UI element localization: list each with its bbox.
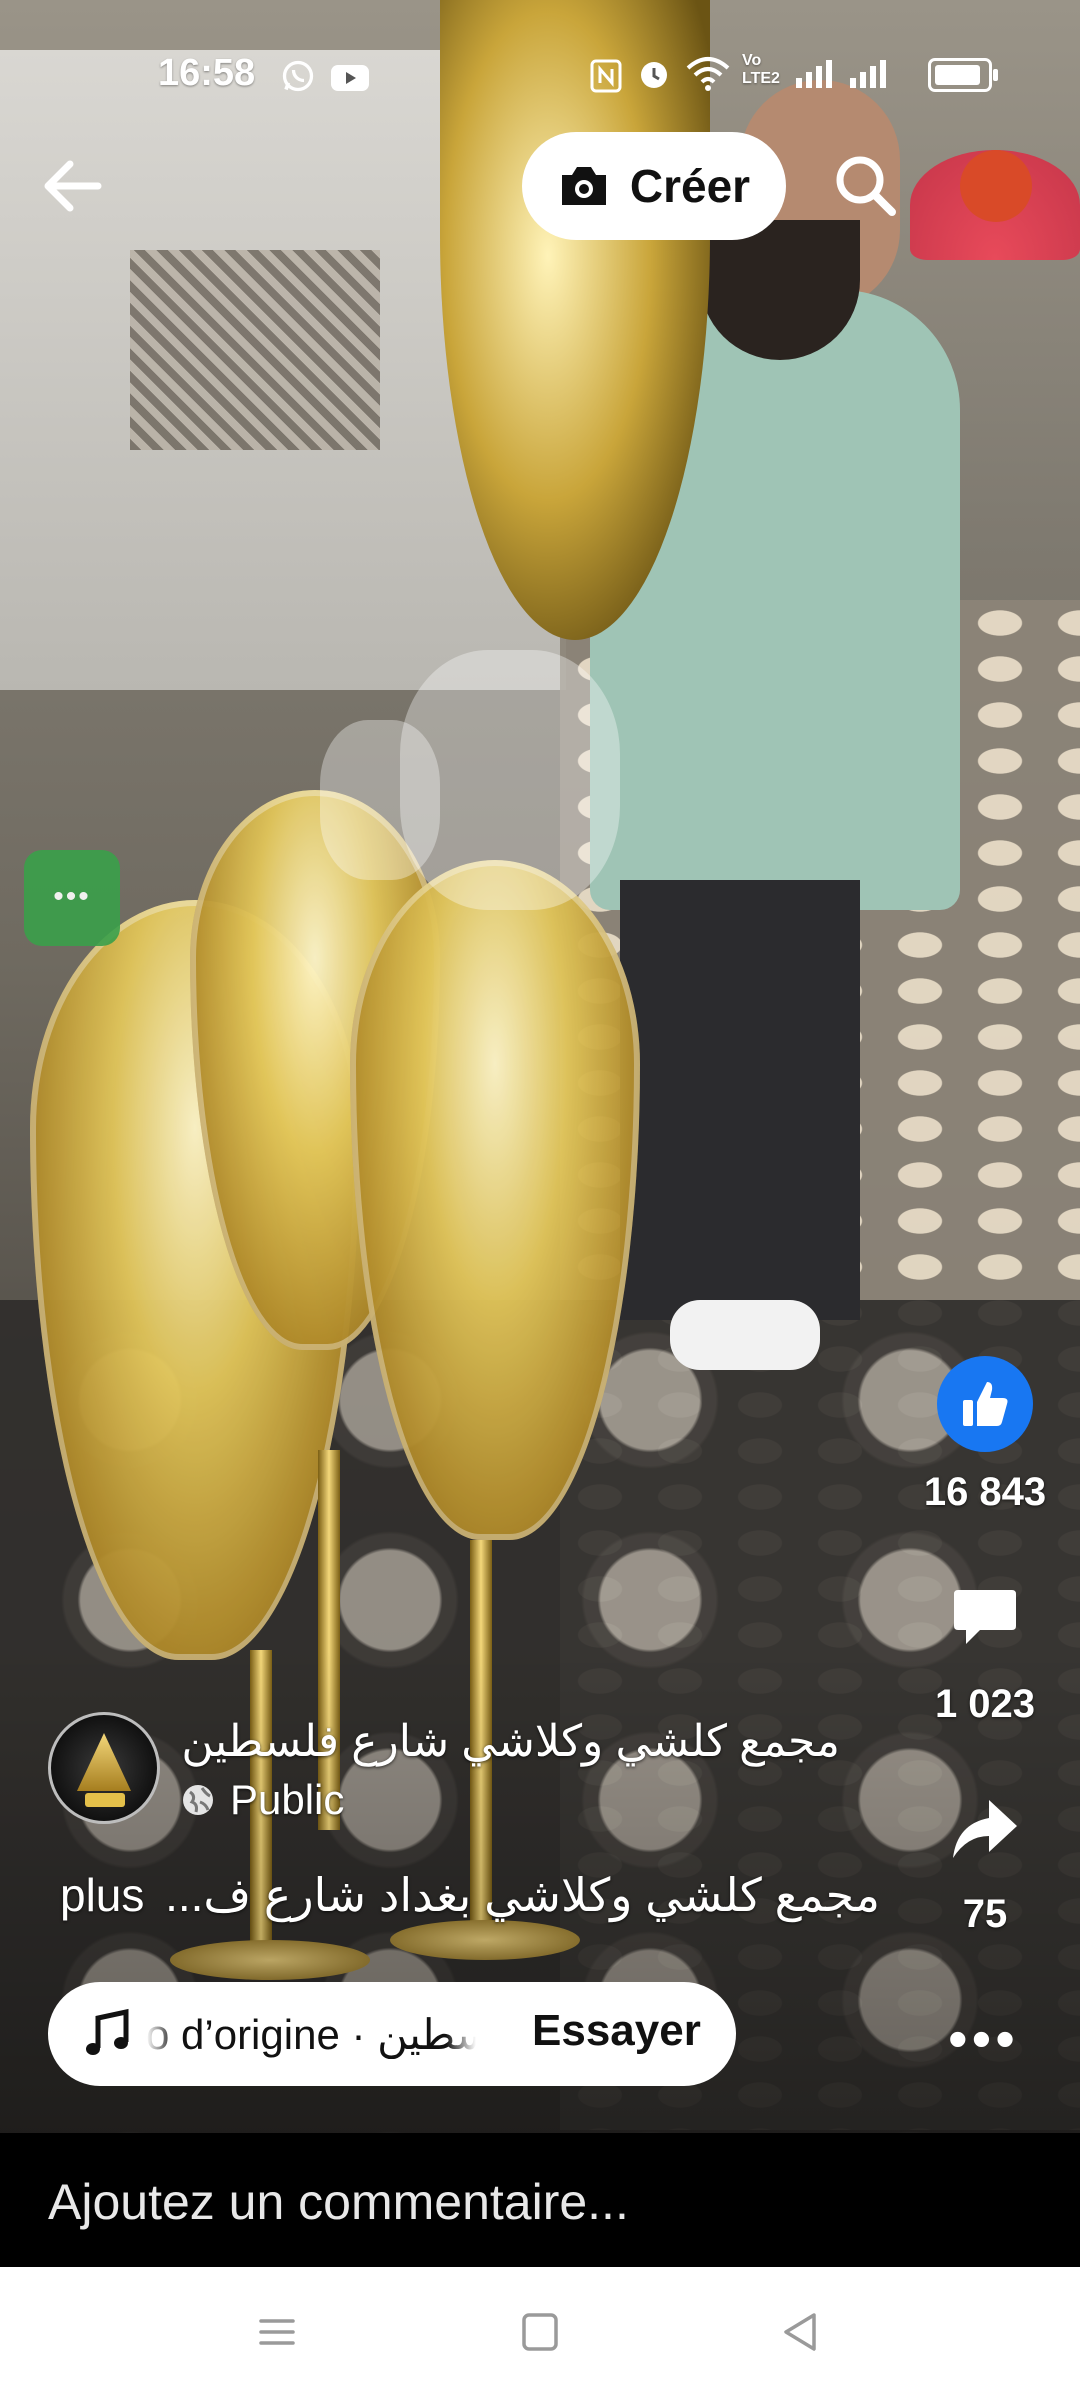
try-audio-button[interactable]: Essayer — [532, 2006, 701, 2056]
youtube-icon — [331, 65, 369, 91]
alarm-icon — [641, 62, 667, 88]
home-square-icon[interactable] — [510, 2307, 570, 2357]
battery-icon — [928, 58, 998, 92]
share-count: 75 — [962, 1892, 1008, 1936]
person-pants-image — [620, 880, 860, 1320]
globe-icon — [183, 1785, 213, 1815]
back-arrow-icon[interactable] — [36, 148, 112, 224]
more-options-button[interactable]: ••• — [948, 2006, 1019, 2071]
like-count: 16 843 — [923, 1470, 1047, 1514]
like-button[interactable] — [937, 1356, 1033, 1452]
thumbs-up-icon — [963, 1382, 1008, 1426]
create-button[interactable]: Créer — [522, 132, 786, 240]
whatsapp-icon — [282, 60, 314, 92]
menu-icon[interactable] — [247, 2307, 307, 2357]
caption-text: مجمع كلشي وكلاشي بغداد شارع ف... — [165, 1869, 880, 1921]
avatar-logo-icon — [77, 1733, 131, 1791]
create-button-label: Créer — [629, 160, 751, 212]
share-button[interactable] — [946, 1790, 1024, 1868]
music-note-icon — [86, 2008, 129, 2055]
share-arrow-icon — [953, 1800, 1017, 1858]
person-shoe-image — [670, 1300, 820, 1370]
audio-track-text: o d’origine · فلسطين — [146, 2011, 476, 2058]
comment-button[interactable] — [946, 1580, 1024, 1658]
audio-pill[interactable]: o d’origine · فلسطين Essayer — [48, 1982, 736, 2086]
camera-icon — [561, 167, 606, 205]
video-frame[interactable]: ••• — [0, 0, 1080, 2133]
volte-label: Vo LTE2 — [742, 52, 780, 87]
plastic-wrap-image — [320, 720, 440, 880]
author-avatar[interactable] — [48, 1712, 160, 1824]
shop-sign-image — [960, 150, 1032, 222]
author-name[interactable]: مجمع كلشي وكلاشي شارع فلسطين — [180, 1716, 840, 1767]
system-navigation-bar — [0, 2267, 1080, 2400]
green-overlay-icon: ••• — [24, 850, 120, 946]
see-more-link[interactable]: plus — [60, 1868, 144, 1922]
nfc-icon — [590, 59, 622, 93]
comment-bar: Ajoutez un commentaire... — [0, 2133, 1080, 2267]
comment-bubble-icon — [954, 1590, 1016, 1644]
signal-icon — [796, 60, 886, 88]
search-icon[interactable] — [830, 150, 900, 220]
audience-indicator: Public — [180, 1776, 344, 1824]
back-triangle-icon[interactable] — [770, 2307, 830, 2357]
audience-label: Public — [230, 1776, 345, 1823]
post-caption[interactable]: plus مجمع كلشي وكلاشي بغداد شارع ف... — [60, 1868, 880, 1922]
comment-count: 1 023 — [934, 1682, 1036, 1726]
comment-input[interactable]: Ajoutez un commentaire... — [48, 2173, 629, 2231]
avatar-logo-tag — [85, 1793, 125, 1807]
wifi-icon — [686, 57, 730, 91]
status-bar: 16:58 Vo LTE2 — [0, 0, 1080, 140]
truck-grille-image — [130, 250, 380, 450]
status-time: 16:58 — [158, 52, 256, 94]
